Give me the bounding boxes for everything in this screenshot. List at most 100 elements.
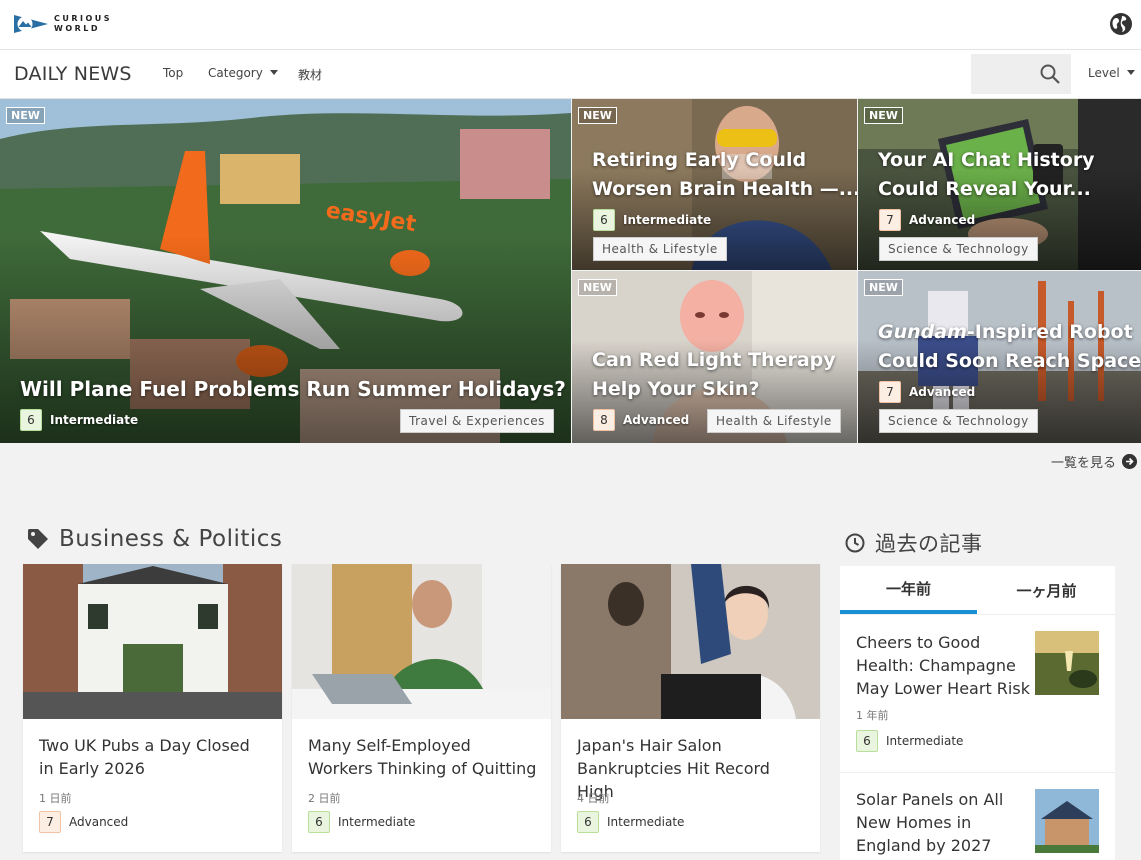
level-indicator: 6 Intermediate [308,811,415,833]
article-thumbnail [292,564,551,719]
article-card[interactable]: Japan's Hair Salon Bankruptcies Hit Reco… [561,564,820,852]
level-number: 6 [577,811,599,833]
solar-house-image [1035,789,1099,853]
hero-title-line-1: Gundam-Inspired Robot [878,318,1141,347]
salon-image [561,564,820,719]
hero-article-2[interactable]: NEW Retiring Early Could Worsen Brain He… [572,99,857,270]
article-thumbnail [23,564,282,719]
level-text: Intermediate [623,213,712,227]
article-time: 4 日前 [577,792,610,805]
hero-article-5[interactable]: NEW Gundam-Inspired Robot Could Soon Rea… [858,271,1141,443]
hero-article-3[interactable]: NEW Your AI Chat History Could Reveal Yo… [858,99,1141,270]
hero-title-line-2: Could Soon Reach Space [878,350,1141,372]
hero-title-line-2: Help Your Skin? [592,378,760,400]
article-time: 2 日前 [308,792,341,805]
article-card[interactable]: Many Self-Employed Workers Thinking of Q… [292,564,551,852]
search-icon [1040,64,1060,84]
tab-one-month-ago[interactable]: 一ヶ月前 [978,566,1115,614]
article-card[interactable]: Two UK Pubs a Day Closed in Early 2026 1… [23,564,282,852]
champagne-image [1035,631,1099,695]
section-heading-text: Business & Politics [59,526,283,552]
hero-title[interactable]: Your AI Chat History Could Reveal Your..… [878,146,1095,204]
nav-category-dropdown[interactable]: Category [208,66,278,80]
hero-title-line-1: Can Red Light Therapy [592,349,836,371]
search-button[interactable] [971,54,1071,94]
category-tag[interactable]: Science & Technology [879,409,1038,433]
page-title[interactable]: DAILY NEWS [14,63,132,85]
category-tag[interactable]: Health & Lifestyle [707,409,841,433]
hero-title-line-1: Your AI Chat History [878,149,1095,171]
level-number: 7 [879,381,901,403]
level-text: Advanced [909,385,976,399]
past-article-title[interactable]: Cheers to Good Health: Champagne May Low… [856,631,1036,700]
new-badge: NEW [578,107,617,124]
level-indicator: 7 Advanced [39,811,128,833]
level-number: 7 [879,209,901,231]
nav-top-link[interactable]: Top [163,66,183,80]
category-tag[interactable]: Travel & Experiences [400,409,554,433]
level-indicator: 6 Intermediate [20,409,138,431]
level-indicator: 6 Intermediate [577,811,684,833]
article-title[interactable]: Two UK Pubs a Day Closed in Early 2026 [39,734,269,780]
hero-article-4[interactable]: NEW Can Red Light Therapy Help Your Skin… [572,271,857,443]
level-label: Level [1088,66,1120,80]
article-thumbnail [561,564,820,719]
level-dropdown[interactable]: Level [1088,66,1135,80]
level-number: 7 [39,811,61,833]
hero-title[interactable]: Retiring Early Could Worsen Brain Health… [592,146,857,204]
hero-title-line-1: Retiring Early Could [592,149,807,171]
level-number: 6 [593,209,615,231]
hero-title[interactable]: Gundam-Inspired Robot Could Soon Reach S… [878,318,1141,376]
pub-image [23,564,282,719]
chevron-down-icon [269,70,278,75]
past-article-time: 1 年前 [856,709,889,722]
logo-icon [14,15,48,33]
level-text: Intermediate [338,815,416,829]
new-badge: NEW [864,279,903,296]
level-text: Advanced [69,815,129,829]
level-text: Intermediate [50,413,139,427]
past-articles-panel: 一年前 一ヶ月前 Cheers to Good Health: Champagn… [840,566,1115,860]
main-nav: DAILY NEWS Top Category 教材 Level [0,50,1141,99]
hero-title-line-2: Could Reveal Your... [878,178,1091,200]
site-logo[interactable]: CURIOUS WORLD [14,12,112,36]
level-text: Advanced [909,213,976,227]
globe-icon[interactable] [1110,13,1132,35]
new-badge: NEW [864,107,903,124]
level-number: 6 [20,409,42,431]
level-indicator: 7 Advanced [879,209,975,231]
article-title[interactable]: Japan's Hair Salon Bankruptcies Hit Reco… [577,734,807,803]
hero-title[interactable]: Can Red Light Therapy Help Your Skin? [592,346,836,404]
new-badge: NEW [578,279,617,296]
logo-line-2: WORLD [54,24,101,33]
past-article-item[interactable]: Solar Panels on All New Homes in England… [840,772,1115,860]
top-header: CURIOUS WORLD [0,0,1141,50]
level-indicator: 6 Intermediate [856,730,963,752]
past-article-title[interactable]: Solar Panels on All New Homes in England… [856,788,1036,857]
level-indicator: 8 Advanced [593,409,689,431]
nav-kyozai-link[interactable]: 教材 [298,66,322,83]
level-text: Advanced [623,413,690,427]
hero-title[interactable]: Will Plane Fuel Problems Run Summer Holi… [20,375,566,404]
tab-one-year-ago[interactable]: 一年前 [840,566,977,614]
see-all-link[interactable]: 一覧を見る [1051,452,1137,471]
new-badge: NEW [6,107,45,124]
article-time: 1 日前 [39,792,72,805]
hero-article-1[interactable]: easyJet NEW Will Plane Fuel Problems Run… [0,99,571,443]
level-text: Intermediate [886,734,964,748]
category-tag[interactable]: Science & Technology [879,237,1038,261]
past-article-item[interactable]: Cheers to Good Health: Champagne May Low… [840,614,1115,772]
see-all-label: 一覧を見る [1050,456,1116,471]
hero-title-line-1-rest: -Inspired Robot [966,321,1133,343]
tag-icon [28,529,48,549]
hero-title-line-2: Worsen Brain Health —... [592,178,857,200]
category-tag[interactable]: Health & Lifestyle [593,237,727,261]
article-title[interactable]: Many Self-Employed Workers Thinking of Q… [308,734,538,780]
level-number: 8 [593,409,615,431]
clock-icon [845,533,865,553]
section-heading-text: 過去の記事 [875,532,983,556]
level-indicator: 7 Advanced [879,381,975,403]
logo-line-1: CURIOUS [54,14,113,23]
level-indicator: 6 Intermediate [593,209,711,231]
level-number: 6 [856,730,878,752]
